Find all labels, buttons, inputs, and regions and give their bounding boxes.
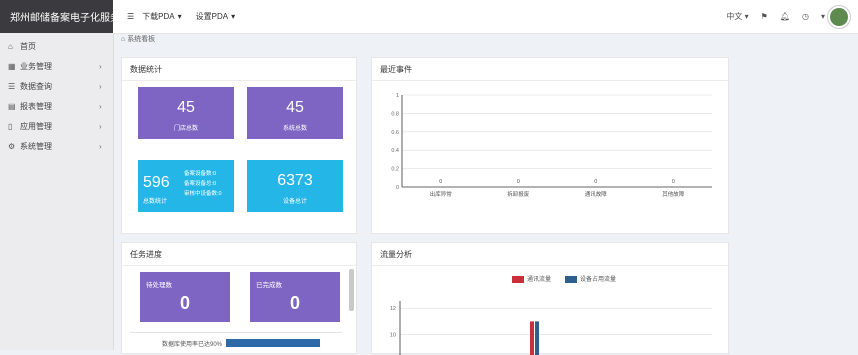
stat-detail: 备案设备总:0 (184, 181, 217, 187)
x-tick-label: 通讯故障 (585, 190, 608, 198)
panel-title: 数据统计 (122, 58, 356, 81)
y-tick-label: 0.2 (391, 167, 399, 173)
download-pda-label: 下载PDA (142, 12, 175, 21)
y-tick-label: 10 (390, 333, 396, 339)
breadcrumb: ⌂ 系统看板 (121, 34, 155, 44)
stat-detail: 审核中设备数:0 (184, 191, 222, 197)
recent-events-panel: 最近事件 0 0.2 0.4 0.6 0.8 1 0 出库异常 0 拆卸报废 0 通讯故障 0 其他故障 (371, 57, 729, 234)
task-value: 0 (289, 293, 300, 313)
y-tick-label: 0.6 (391, 130, 399, 136)
traffic-analysis-panel: 流量分析 通讯流量 设备占用流量 12108 (371, 242, 729, 355)
stat-label: 设备总计 (282, 199, 307, 205)
setting-pda-menu[interactable]: 设置PDA ▾ (196, 11, 235, 22)
breadcrumb-current: 系统看板 (127, 36, 156, 43)
usage-bar (226, 339, 320, 347)
report-icon: ▤ (8, 101, 16, 111)
home-icon: ⌂ (121, 36, 126, 43)
panel-title: 流量分析 (372, 243, 728, 266)
chevron-down-icon: ▾ (177, 12, 182, 21)
y-tick-label: 0 (396, 185, 399, 191)
topbar-right: 中文 ▾ ⚑ 🔔︎ ◷ ▾ (726, 0, 850, 33)
stat-label: 门店总数 (173, 126, 198, 132)
sidebar-item-report[interactable]: ▤ 报表管理 › (0, 96, 113, 116)
stat-label: 总数统计 (143, 199, 168, 205)
stat-value: 45 (286, 99, 304, 116)
divider (130, 332, 342, 333)
chevron-right-icon: › (99, 81, 102, 91)
topbar: ☰ 下载PDA ▾ 设置PDA ▾ 中文 ▾ ⚑ 🔔︎ ◷ ▾ (113, 0, 858, 34)
stat-value: 6373 (277, 172, 313, 189)
chart-legend: 通讯流量 设备占用流量 (512, 274, 616, 283)
data-label: 0 (439, 179, 442, 185)
gear-icon: ⚙ (8, 141, 16, 151)
language-select[interactable]: 中文 ▾ (726, 11, 748, 22)
menu-toggle-button[interactable]: ☰ (127, 12, 134, 21)
list-icon: ☰ (8, 81, 16, 91)
stat-card-total[interactable]: 596 总数统计 备案设备数:0 备案设备总:0 审核中设备数:0 (138, 160, 234, 212)
language-label: 中文 (726, 12, 743, 21)
task-label: 已完成数 (256, 282, 282, 289)
chevron-right-icon: › (99, 101, 102, 111)
events-chart: 0 0.2 0.4 0.6 0.8 1 0 出库异常 0 拆卸报废 0 通讯故障 0 其他故障 (391, 93, 712, 198)
stat-card-devices[interactable]: 6373 设备总计 (247, 160, 343, 212)
download-pda-menu[interactable]: 下载PDA ▾ (142, 11, 181, 22)
sidebar-item-app[interactable]: ▯ 应用管理 › (0, 116, 113, 136)
menu-icon: ☰ (127, 12, 135, 21)
flag-icon[interactable]: ⚑ (761, 12, 768, 21)
y-tick-label: 12 (390, 306, 396, 312)
stat-details: 备案设备数:0 备案设备总:0 审核中设备数:0 (184, 169, 222, 199)
data-label: 0 (672, 179, 675, 185)
setting-pda-label: 设置PDA (195, 12, 229, 21)
data-label: 0 (594, 179, 597, 185)
avatar[interactable] (828, 5, 850, 28)
sidebar-item-query[interactable]: ☰ 数据查询 › (0, 76, 113, 96)
legend-item[interactable]: 通讯流量 (512, 274, 551, 283)
bell-icon[interactable]: 🔔︎ (780, 12, 790, 21)
sidebar-item-home[interactable]: ⌂ 首页 (0, 36, 113, 56)
app-title: 郑州邮储备案电子化服务系统 (0, 0, 113, 33)
legend-swatch (512, 275, 524, 283)
x-tick-label: 其他故障 (662, 190, 685, 198)
stat-card-stores[interactable]: 45 门店总数 (138, 87, 234, 139)
stat-card-systems[interactable]: 45 系统总数 (247, 87, 343, 139)
stat-value: 45 (177, 99, 195, 116)
traffic-chart: 12108 (390, 301, 712, 355)
sidebar-item-system[interactable]: ⚙ 系统管理 › (0, 136, 113, 156)
chevron-right-icon: › (99, 121, 102, 131)
legend-item[interactable]: 设备占用流量 (565, 274, 616, 283)
panel-title: 最近事件 (372, 58, 728, 81)
data-label: 0 (517, 179, 520, 185)
task-card-pending[interactable]: 待处理数 0 (140, 272, 230, 322)
user-menu[interactable]: ▾ (821, 5, 850, 28)
sidebar-menu: ⌂ 首页 ▦ 业务管理 › ☰ 数据查询 › ▤ 报表管理 › ▯ 应用管理 › ⚙ 系统管理 › (0, 33, 113, 156)
chevron-right-icon: › (99, 61, 102, 71)
legend-label: 设备占用流量 (580, 277, 617, 283)
x-tick-label: 出库异常 (430, 190, 453, 198)
task-card-done[interactable]: 已完成数 0 (250, 272, 340, 322)
x-tick-label: 拆卸报废 (507, 190, 530, 198)
y-tick-label: 0.4 (391, 148, 399, 154)
stat-label: 系统总数 (282, 126, 307, 132)
stat-value: 596 (143, 174, 170, 191)
grid-icon: ▦ (8, 61, 16, 71)
scrollbar[interactable] (349, 269, 354, 311)
task-progress-panel: 任务进度 待处理数 0 已完成数 0 数据库使用率已达90% (121, 242, 357, 354)
legend-label: 通讯流量 (527, 277, 552, 283)
home-icon: ⌂ (8, 41, 13, 51)
chevron-down-icon: ▾ (231, 12, 236, 21)
y-tick-label: 0.8 (391, 111, 399, 117)
sidebar-item-business[interactable]: ▦ 业务管理 › (0, 56, 113, 76)
y-tick-label: 1 (396, 93, 399, 99)
legend-swatch (565, 275, 578, 283)
sidebar: 郑州邮储备案电子化服务系统 ⌂首页 ▦业务管理› ☰数据查询› ▤报表管理› ▯… (0, 0, 114, 350)
task-label: 待处理数 (146, 282, 172, 289)
clock-icon[interactable]: ◷ (802, 12, 809, 21)
data-stats-panel: 数据统计 45 门店总数 45 系统总数 596 总数统计 备案设备数:0 备案… (121, 57, 357, 234)
task-value: 0 (179, 293, 190, 313)
usage-label: 数据库使用率已达90% (162, 342, 223, 348)
panel-title: 任务进度 (122, 243, 356, 266)
stat-detail: 备案设备数:0 (184, 171, 217, 177)
chevron-right-icon: › (99, 141, 102, 151)
device-icon: ▯ (8, 121, 13, 131)
